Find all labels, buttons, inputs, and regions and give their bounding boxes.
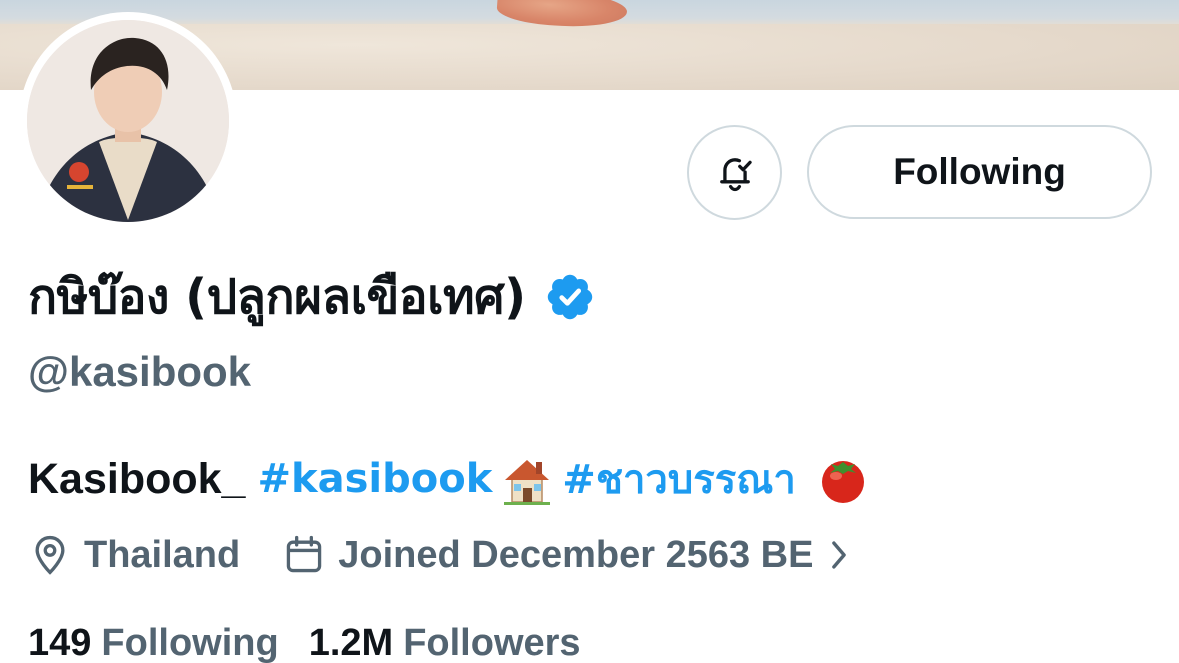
calendar-icon bbox=[287, 535, 322, 573]
bell-check-icon bbox=[719, 157, 752, 191]
followers-stat[interactable]: 1.2M Followers bbox=[309, 622, 581, 663]
bio-hashtag-kasibook[interactable]: #kasibook bbox=[257, 456, 492, 502]
following-button-label: Following bbox=[893, 151, 1066, 192]
profile-stats-row: 149 Following 1.2M Followers bbox=[28, 615, 581, 663]
followers-label: Followers bbox=[403, 621, 581, 663]
verified-badge-icon[interactable] bbox=[544, 271, 596, 323]
profile-bio: Kasibook_ #kasibook #ชาวบรรณา bbox=[28, 450, 878, 508]
bio-hashtag-thai[interactable]: #ชาวบรรณา bbox=[562, 447, 796, 511]
notification-bell-button[interactable] bbox=[687, 125, 782, 220]
tomato-emoji-icon bbox=[821, 461, 864, 503]
bio-text: Kasibook_ bbox=[28, 454, 246, 503]
following-label: Following bbox=[101, 621, 279, 663]
following-stat[interactable]: 149 Following bbox=[28, 622, 279, 663]
profile-page: Following กษิบ๊อง (ปลูกผลเขือเทศ) @kasib… bbox=[0, 0, 1179, 663]
profile-location: Thailand bbox=[84, 533, 241, 576]
profile-handle: @kasibook bbox=[28, 348, 252, 395]
profile-joined-date[interactable]: Joined December 2563 BE bbox=[338, 534, 813, 577]
profile-name-row: กษิบ๊อง (ปลูกผลเขือเทศ) bbox=[28, 262, 596, 332]
house-emoji-icon bbox=[504, 460, 551, 505]
location-pin-icon bbox=[35, 535, 65, 575]
avatar-image bbox=[27, 20, 229, 222]
following-button[interactable]: Following bbox=[807, 125, 1152, 219]
followers-count: 1.2M bbox=[308, 621, 394, 663]
profile-meta-row: Thailand Joined December 2563 BE bbox=[28, 528, 851, 582]
following-count: 149 bbox=[28, 621, 92, 663]
display-name: กษิบ๊อง (ปลูกผลเขือเทศ) bbox=[28, 269, 526, 325]
chevron-right-icon[interactable] bbox=[827, 538, 851, 572]
avatar[interactable] bbox=[27, 20, 229, 222]
